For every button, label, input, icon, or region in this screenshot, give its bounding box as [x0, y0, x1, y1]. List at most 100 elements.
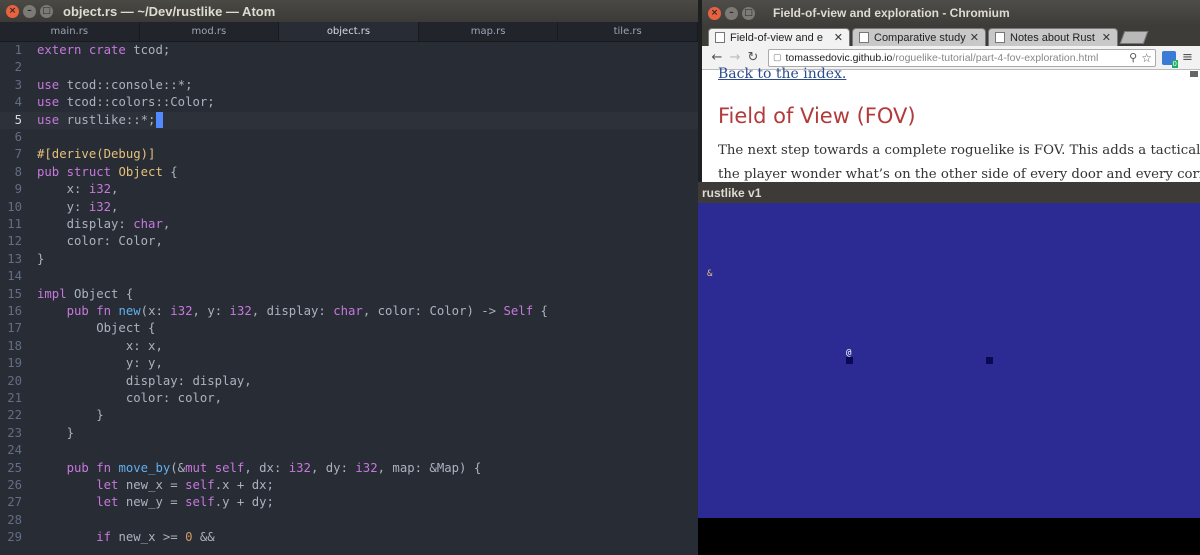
line-number: 15: [7, 286, 22, 301]
maximize-window-icon[interactable]: □: [742, 6, 755, 20]
close-tab-icon[interactable]: ✕: [970, 31, 979, 44]
code-line[interactable]: 17 Object {: [0, 320, 698, 337]
line-number: 17: [7, 321, 22, 336]
code-line[interactable]: 19 y: y,: [0, 355, 698, 372]
code-line[interactable]: 16 pub fn new(x: i32, y: i32, display: c…: [0, 303, 698, 320]
close-tab-icon[interactable]: ✕: [834, 31, 843, 44]
browser-tab-fov[interactable]: Field-of-view and e ✕: [708, 28, 850, 46]
code-text: display: display,: [37, 373, 252, 388]
code-editor[interactable]: 1 extern crate tcod;23 use tcod::console::…: [0, 42, 698, 555]
back-to-index-link[interactable]: Back to the index.: [718, 66, 846, 82]
close-window-icon[interactable]: ×: [6, 4, 19, 18]
code-line[interactable]: 26 let new_x = self.x + dx;: [0, 477, 698, 494]
code-text: y: y,: [37, 356, 163, 371]
line-number: 27: [7, 495, 22, 510]
extension-icon[interactable]: [1162, 50, 1178, 68]
code-line[interactable]: 15 impl Object {: [0, 286, 698, 303]
code-text: use rustlike::*;: [37, 112, 164, 129]
back-arrow-icon[interactable]: ←: [708, 50, 726, 65]
wall-tile: [846, 357, 853, 364]
line-number: 26: [7, 478, 22, 492]
page-info-icon[interactable]: ▢: [773, 52, 782, 63]
minimize-window-icon[interactable]: –: [23, 4, 36, 18]
url-host: tomassedovic.github.io: [785, 51, 893, 64]
page-heading: Field of View (FOV): [718, 104, 916, 128]
editor-tab-bar: main.rs mod.rs object.rs map.rs tile.rs: [0, 22, 698, 42]
code-line[interactable]: 9 x: i32,: [0, 181, 698, 198]
code-line[interactable]: 3 use tcod::console::*;: [0, 77, 698, 94]
tab-object-rs[interactable]: object.rs: [279, 22, 419, 41]
tab-tile-rs[interactable]: tile.rs: [558, 22, 698, 41]
code-line[interactable]: 23 }: [0, 425, 698, 442]
page-scrollbar-thumb[interactable]: [1190, 71, 1198, 77]
code-text: let new_y = self.y + dy;: [96, 495, 274, 510]
code-line[interactable]: 27 let new_y = self.y + dy;: [0, 494, 698, 511]
game-map[interactable]: & @: [698, 203, 1200, 518]
code-line[interactable]: 6: [0, 129, 698, 146]
code-text: color: Color,: [37, 234, 163, 249]
code-line[interactable]: 24: [0, 442, 698, 459]
new-tab-button[interactable]: [1119, 31, 1149, 44]
chromium-window-title: Field-of-view and exploration - Chromium: [773, 6, 1010, 20]
tab-main-rs[interactable]: main.rs: [0, 22, 140, 41]
tab-label: main.rs: [50, 26, 89, 37]
line-number: 8: [14, 164, 22, 179]
code-line[interactable]: 7 #[derive(Debug)]: [0, 146, 698, 163]
code-line[interactable]: 8 pub struct Object {: [0, 164, 698, 181]
browser-tab-comparative[interactable]: Comparative study ✕: [852, 28, 986, 46]
line-number: 1: [14, 43, 22, 57]
line-number: 13: [7, 251, 22, 266]
browser-tab-notes-rust[interactable]: Notes about Rust n ✕: [988, 28, 1118, 46]
forward-arrow-icon[interactable]: →: [726, 50, 744, 65]
code-line[interactable]: 4 use tcod::colors::Color;: [0, 94, 698, 111]
line-number: 19: [7, 356, 22, 371]
reload-icon[interactable]: ↻: [744, 50, 762, 65]
line-number: 11: [7, 217, 22, 231]
close-tab-icon[interactable]: ✕: [1102, 31, 1111, 44]
code-text: }: [37, 408, 104, 423]
menu-icon[interactable]: ≡: [1182, 50, 1193, 65]
close-window-icon[interactable]: ×: [708, 6, 721, 20]
browser-tab-label: Comparative study: [874, 31, 966, 44]
code-line[interactable]: 21 color: color,: [0, 390, 698, 407]
code-line[interactable]: 1 extern crate tcod;: [0, 42, 698, 59]
code-text: use tcod::colors::Color;: [37, 95, 215, 110]
code-text: pub fn move_by(&mut self, dx: i32, dy: i…: [66, 460, 482, 475]
address-bar[interactable]: ▢ tomassedovic.github.io/roguelike-tutor…: [768, 48, 1156, 67]
maximize-window-icon[interactable]: □: [40, 4, 53, 18]
paragraph-line: The next step towards a complete rogueli…: [718, 143, 1200, 158]
code-line[interactable]: 18 x: x,: [0, 338, 698, 355]
tab-mod-rs[interactable]: mod.rs: [140, 22, 280, 41]
search-icon[interactable]: ⚲: [1129, 51, 1137, 64]
code-line[interactable]: 10 y: i32,: [0, 199, 698, 216]
bookmark-star-icon[interactable]: ☆: [1141, 51, 1152, 65]
code-text: extern crate tcod;: [37, 43, 171, 57]
atom-titlebar: × – □ object.rs — ~/Dev/rustlike — Atom: [0, 0, 698, 22]
game-titlebar: rustlike v1: [698, 182, 1200, 203]
code-line[interactable]: 29 if new_x >= 0 &&: [0, 529, 698, 546]
minimize-window-icon[interactable]: –: [725, 6, 738, 20]
tab-label: map.rs: [470, 26, 506, 37]
code-text: let new_x = self.x + dx;: [96, 478, 274, 492]
line-number: 21: [7, 391, 22, 405]
code-line[interactable]: 12 color: Color,: [0, 233, 698, 250]
tab-map-rs[interactable]: map.rs: [419, 22, 559, 41]
code-line[interactable]: 5 use rustlike::*;: [0, 111, 698, 129]
code-line[interactable]: 25 pub fn move_by(&mut self, dx: i32, dy…: [0, 460, 698, 477]
code-line[interactable]: 20 display: display,: [0, 373, 698, 390]
line-number: 24: [7, 443, 22, 458]
url-path: /roguelike-tutorial/part-4-fov-explorati…: [892, 51, 1099, 64]
code-text: color: color,: [37, 391, 223, 405]
code-line[interactable]: 22 }: [0, 407, 698, 424]
code-line[interactable]: 11 display: char,: [0, 216, 698, 233]
code-line[interactable]: 14: [0, 268, 698, 285]
line-number: 5: [14, 112, 22, 127]
code-text: }: [37, 251, 45, 266]
game-window-title: rustlike v1: [702, 185, 762, 200]
code-line[interactable]: 2: [0, 59, 698, 76]
code-line[interactable]: 13}: [0, 251, 698, 268]
tab-label: object.rs: [326, 26, 371, 37]
line-number: 22: [7, 408, 22, 423]
code-line[interactable]: 28: [0, 512, 698, 529]
line-number: 2: [14, 60, 22, 75]
